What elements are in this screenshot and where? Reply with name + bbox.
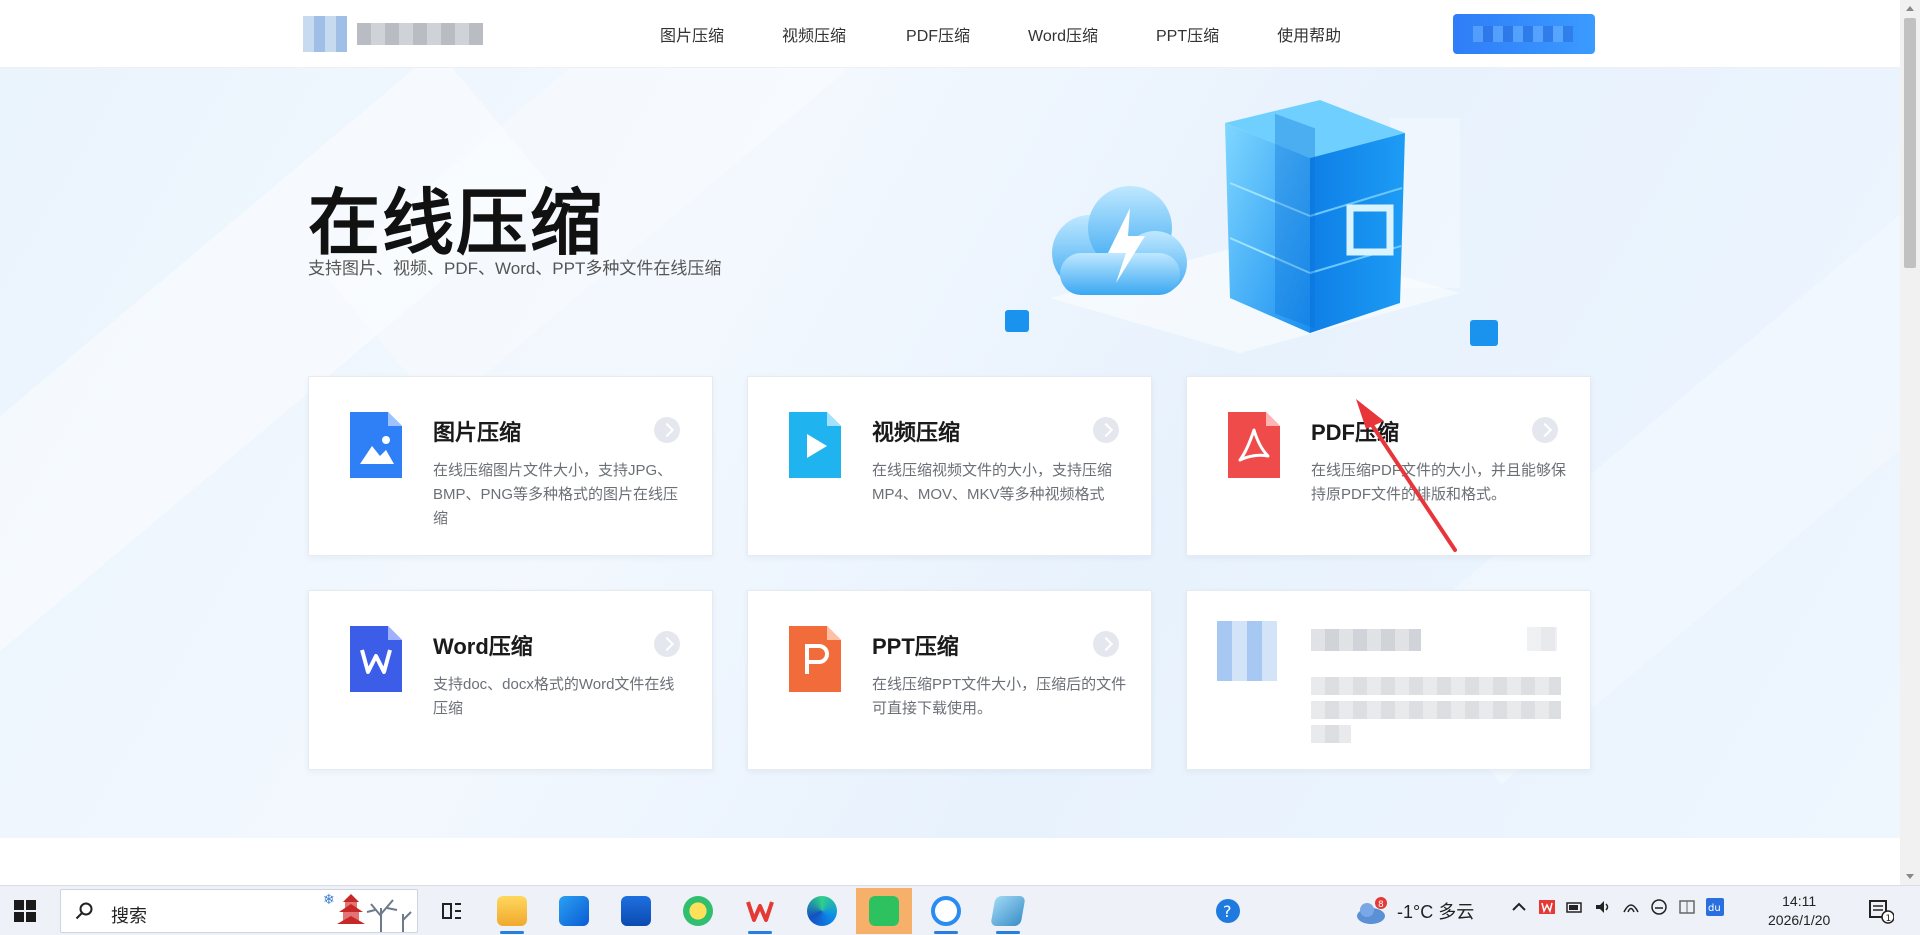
- main-nav: 图片压缩 视频压缩 PDF压缩 Word压缩 PPT压缩 使用帮助: [660, 0, 1399, 68]
- search-icon: [75, 902, 93, 920]
- clock-time: 14:11: [1782, 893, 1817, 909]
- logo-mark-icon: [303, 16, 347, 52]
- page-subtitle: 支持图片、视频、PDF、Word、PPT多种文件在线压缩: [308, 259, 722, 278]
- logo-text-blurred: [357, 23, 483, 45]
- wechat-icon[interactable]: [856, 888, 912, 934]
- chevron-right-icon: [1532, 417, 1558, 443]
- wps-tray-icon[interactable]: [1538, 898, 1556, 916]
- weather-text: -1°C 多云: [1397, 902, 1475, 922]
- network-icon[interactable]: [1622, 898, 1640, 916]
- svg-text:1: 1: [1886, 914, 1892, 924]
- card-image-compress[interactable]: 图片压缩 在线压缩图片文件大小，支持JPG、BMP、PNG等多种格式的图片在线压…: [308, 376, 713, 556]
- card-title: 视频压缩: [872, 420, 961, 445]
- site-logo[interactable]: [303, 16, 483, 52]
- chevron-up-icon[interactable]: [1510, 898, 1528, 916]
- system-tray: du: [1510, 898, 1724, 916]
- image-file-icon: [350, 412, 402, 478]
- card-title: PPT压缩: [872, 634, 959, 659]
- nav-pdf-compress[interactable]: PDF压缩: [906, 22, 970, 46]
- task-view-icon[interactable]: [424, 888, 480, 934]
- card-description: 在线压缩PDF文件的大小，并且能够保持原PDF文件的排版和格式。: [1311, 462, 1567, 503]
- nav-word-compress[interactable]: Word压缩: [1028, 22, 1098, 46]
- notification-center-icon[interactable]: 1: [1868, 898, 1894, 924]
- volume-icon[interactable]: [1594, 898, 1612, 916]
- edge-browser-icon[interactable]: [794, 888, 850, 934]
- login-button-blurred[interactable]: [1453, 14, 1595, 54]
- cloudy-weather-icon: 8: [1357, 897, 1387, 924]
- battery-icon[interactable]: [1566, 898, 1584, 916]
- taskbar-search-box[interactable]: 搜索 ❄: [60, 889, 418, 933]
- blurred-description: [1311, 725, 1351, 743]
- chevron-right-icon: [654, 417, 680, 443]
- system-clock[interactable]: 14:11 2026/1/20: [1768, 892, 1830, 930]
- nav-ppt-compress[interactable]: PPT压缩: [1156, 22, 1219, 46]
- card-title: PDF压缩: [1311, 420, 1400, 445]
- svg-text:du: du: [1708, 903, 1721, 914]
- svg-text:8: 8: [1378, 900, 1384, 910]
- blurred-description: [1311, 701, 1561, 719]
- card-title: 图片压缩: [433, 420, 522, 445]
- help-icon[interactable]: ?: [1200, 888, 1256, 934]
- scroll-up-icon[interactable]: [1906, 6, 1914, 11]
- winter-scene-icon: ❄: [323, 891, 412, 932]
- baidu-input-icon[interactable]: du: [1706, 898, 1724, 916]
- card-video-compress[interactable]: 视频压缩 在线压缩视频文件的大小，支持压缩MP4、MOV、MKV等多种视频格式: [747, 376, 1152, 556]
- nav-help[interactable]: 使用帮助: [1277, 22, 1341, 46]
- card-blurred[interactable]: [1186, 590, 1591, 770]
- chevron-right-icon: [654, 631, 680, 657]
- word-file-icon: [350, 626, 402, 692]
- video-file-icon: [789, 412, 841, 478]
- blurred-title: [1311, 629, 1421, 651]
- outlook-icon[interactable]: [546, 888, 602, 934]
- card-description: 在线压缩视频文件的大小，支持压缩MP4、MOV、MKV等多种视频格式: [872, 462, 1113, 503]
- search-placeholder: 搜索: [111, 906, 147, 926]
- input-method-icon[interactable]: [1678, 898, 1696, 916]
- card-description: 在线压缩PPT文件大小，压缩后的文件可直接下载使用。: [872, 676, 1127, 717]
- svg-text:❄: ❄: [323, 891, 335, 907]
- pdf-file-icon: [1228, 412, 1280, 478]
- wps-office-icon[interactable]: [732, 888, 788, 934]
- windows-start-icon[interactable]: [14, 900, 36, 922]
- nav-image-compress[interactable]: 图片压缩: [660, 22, 724, 46]
- card-title: Word压缩: [433, 634, 533, 659]
- music-app-icon[interactable]: [670, 888, 726, 934]
- scroll-thumb[interactable]: [1904, 18, 1916, 268]
- scroll-down-icon[interactable]: [1906, 874, 1914, 879]
- chevron-right-icon: [1093, 417, 1119, 443]
- file-explorer-icon[interactable]: [484, 888, 540, 934]
- cloud-sync-icon[interactable]: [1650, 898, 1668, 916]
- card-ppt-compress[interactable]: PPT压缩 在线压缩PPT文件大小，压缩后的文件可直接下载使用。: [747, 590, 1152, 770]
- browser-app-icon[interactable]: [918, 888, 974, 934]
- card-pdf-compress[interactable]: PDF压缩 在线压缩PDF文件的大小，并且能够保持原PDF文件的排版和格式。: [1186, 376, 1591, 556]
- svg-text:?: ?: [1223, 902, 1232, 921]
- ppt-file-icon: [789, 626, 841, 692]
- chevron-right-icon: [1093, 631, 1119, 657]
- nav-video-compress[interactable]: 视频压缩: [782, 22, 846, 46]
- cloud-cube-illustration-icon: [1005, 100, 1498, 353]
- windows-taskbar: 搜索 ❄ ? 8 -1°C 多云 du 14:11 2026/1/20 1: [0, 885, 1920, 935]
- weather-widget[interactable]: 8 -1°C 多云: [1355, 896, 1474, 926]
- card-description: 支持doc、docx格式的Word文件在线压缩: [433, 676, 675, 717]
- page-scrollbar[interactable]: [1900, 0, 1920, 885]
- top-header: 图片压缩 视频压缩 PDF压缩 Word压缩 PPT压缩 使用帮助: [0, 0, 1900, 68]
- notes-app-icon[interactable]: [980, 888, 1036, 934]
- clock-date: 2026/1/20: [1768, 912, 1831, 928]
- hero-illustration: [990, 88, 1510, 378]
- blurred-arrow: [1527, 627, 1557, 651]
- card-word-compress[interactable]: Word压缩 支持doc、docx格式的Word文件在线压缩: [308, 590, 713, 770]
- blurred-description: [1311, 677, 1561, 695]
- card-description: 在线压缩图片文件大小，支持JPG、BMP、PNG等多种格式的图片在线压缩: [433, 462, 679, 527]
- microsoft-store-icon[interactable]: [608, 888, 664, 934]
- blurred-icon: [1217, 621, 1277, 681]
